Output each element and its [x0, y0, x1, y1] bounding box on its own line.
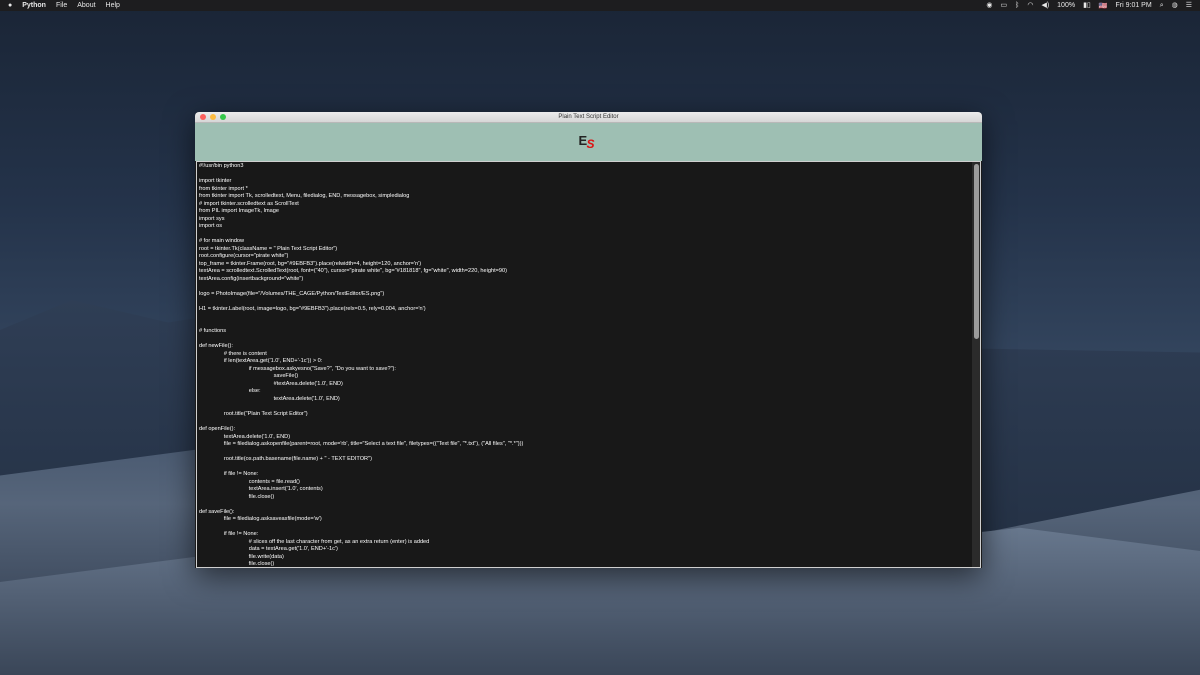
code-line[interactable] [199, 283, 968, 291]
window-titlebar[interactable]: Plain Text Script Editor [195, 112, 982, 123]
menu-clock[interactable]: Fri 9:01 PM [1116, 2, 1152, 9]
notification-center-icon[interactable]: ☰ [1186, 0, 1192, 11]
editor-window: Plain Text Script Editor E S #!/usr/bin … [195, 112, 982, 568]
menu-file[interactable]: File [56, 2, 67, 9]
close-window-button[interactable] [200, 114, 206, 120]
code-line[interactable]: import sys [199, 216, 968, 224]
code-line[interactable]: import os [199, 223, 968, 231]
menu-app-python[interactable]: Python [22, 2, 46, 9]
code-line[interactable] [199, 524, 968, 532]
text-area[interactable]: #!/usr/bin python3 import tkinter from tk… [196, 161, 981, 568]
code-line[interactable]: logo = PhotoImage(file="/Volumes/THE_CAG… [199, 291, 968, 299]
code-line[interactable]: # there is content [199, 351, 968, 359]
code-line[interactable]: def openFile(): [199, 426, 968, 434]
code-line[interactable]: from tkinter import Tk, scrolledtext, Me… [199, 193, 968, 201]
wifi-icon[interactable]: ◠ [1027, 0, 1033, 11]
siri-icon[interactable]: ◍ [1172, 0, 1178, 11]
code-text[interactable]: #!/usr/bin python3 import tkinter from tk… [199, 163, 968, 567]
window-title: Plain Text Script Editor [558, 114, 619, 120]
minimize-window-button[interactable] [210, 114, 216, 120]
code-line[interactable]: from PIL import ImageTk, Image [199, 208, 968, 216]
top-frame: E S [195, 123, 982, 161]
code-line[interactable]: #!/usr/bin python3 [199, 163, 968, 171]
menu-bar: ● Python File About Help ◉ ▭ ᛒ ◠ ◀) 100%… [0, 0, 1200, 11]
code-line[interactable]: textArea.delete('1.0', END) [199, 434, 968, 442]
code-line[interactable]: file = filedialog.askopenfile(parent=roo… [199, 441, 968, 449]
code-line[interactable]: # functions [199, 328, 968, 336]
volume-icon[interactable]: ◀) [1041, 0, 1049, 11]
scrollbar-thumb[interactable] [974, 164, 979, 339]
spotlight-search-icon[interactable]: ⌕ [1160, 0, 1164, 11]
airplay-icon[interactable]: ▭ [1001, 0, 1008, 11]
battery-percent[interactable]: 100% [1057, 2, 1075, 9]
code-line[interactable]: # slices off the last character from get… [199, 539, 968, 547]
code-line[interactable] [199, 404, 968, 412]
code-line[interactable]: top_frame = tkinter.Frame(root, bg="#9EB… [199, 261, 968, 269]
code-line[interactable]: contents = file.read() [199, 479, 968, 487]
code-line[interactable]: def newFile(): [199, 343, 968, 351]
vertical-scrollbar[interactable] [972, 162, 980, 567]
menu-about[interactable]: About [77, 2, 95, 9]
code-line[interactable] [199, 419, 968, 427]
code-line[interactable]: saveFile() [199, 373, 968, 381]
code-line[interactable]: textArea.delete('1.0', END) [199, 396, 968, 404]
code-line[interactable] [199, 298, 968, 306]
battery-icon[interactable]: ▮▯ [1083, 0, 1091, 11]
code-line[interactable]: # import tkinter.scrolledtext as ScrollT… [199, 201, 968, 209]
code-line[interactable]: from tkinter import * [199, 186, 968, 194]
code-line[interactable]: # for main window [199, 238, 968, 246]
code-line[interactable]: if messagebox.askyesno("Save?", "Do you … [199, 366, 968, 374]
code-line[interactable]: root = tkinter.Tk(className = " Plain Te… [199, 246, 968, 254]
code-line[interactable]: root.title(os.path.basename(file.name) +… [199, 456, 968, 464]
input-source-flag-icon[interactable]: 🇺🇸 [1099, 2, 1108, 10]
code-line[interactable] [199, 321, 968, 329]
code-line[interactable] [199, 171, 968, 179]
creative-cloud-icon[interactable]: ◉ [986, 0, 992, 11]
code-line[interactable]: file.close() [199, 561, 968, 567]
code-line[interactable] [199, 231, 968, 239]
code-line[interactable] [199, 336, 968, 344]
code-line[interactable] [199, 464, 968, 472]
code-line[interactable]: textArea.config(insertbackground="white"… [199, 276, 968, 284]
code-line[interactable] [199, 313, 968, 321]
code-line[interactable]: if file != None: [199, 531, 968, 539]
code-line[interactable]: H1 = tkinter.Label(root, image=logo, bg=… [199, 306, 968, 314]
code-line[interactable]: textArea.insert('1.0', contents) [199, 486, 968, 494]
code-line[interactable]: textArea = scrolledtext.ScrolledText(roo… [199, 268, 968, 276]
code-line[interactable]: file.close() [199, 494, 968, 502]
bluetooth-icon[interactable]: ᛒ [1015, 0, 1019, 11]
logo-letter-s: S [586, 137, 595, 151]
code-line[interactable]: if file != None: [199, 471, 968, 479]
code-line[interactable]: import tkinter [199, 178, 968, 186]
code-line[interactable] [199, 449, 968, 457]
apple-menu-icon[interactable]: ● [8, 0, 12, 11]
menu-help[interactable]: Help [106, 2, 120, 9]
es-logo: E S [579, 134, 599, 151]
code-line[interactable]: file.write(data) [199, 554, 968, 562]
code-line[interactable] [199, 501, 968, 509]
code-line[interactable]: #textArea.delete('1.0', END) [199, 381, 968, 389]
code-line[interactable]: root.title("Plain Text Script Editor") [199, 411, 968, 419]
code-line[interactable]: file = filedialog.asksaveasfile(mode='w'… [199, 516, 968, 524]
code-line[interactable]: else: [199, 388, 968, 396]
code-line[interactable]: if len(textArea.get('1.0', END+'-1c')) >… [199, 358, 968, 366]
code-line[interactable]: data = textArea.get('1.0', END+'-1c') [199, 546, 968, 554]
code-line[interactable]: def saveFile(): [199, 509, 968, 517]
code-line[interactable]: root.configure(cursor="pirate white") [199, 253, 968, 261]
zoom-window-button[interactable] [220, 114, 226, 120]
